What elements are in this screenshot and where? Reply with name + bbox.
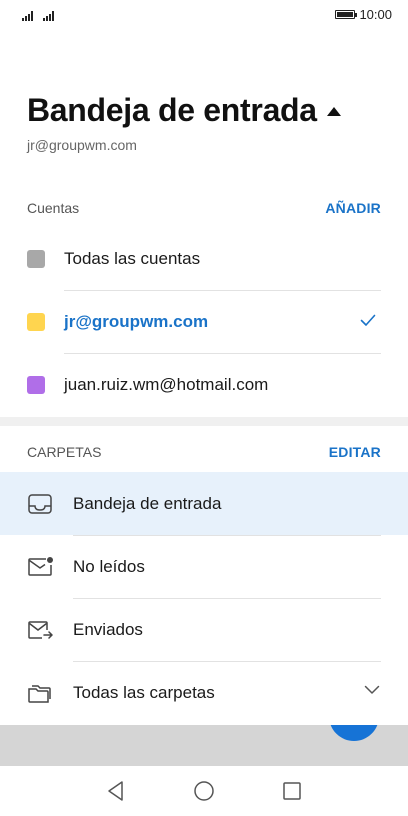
- caret-up-icon[interactable]: [326, 107, 341, 116]
- recents-square-icon: [283, 782, 301, 800]
- dimmed-background: [0, 725, 408, 766]
- account-item-groupwm[interactable]: jr@groupwm.com: [0, 290, 408, 353]
- section-separator: [0, 417, 408, 426]
- folder-item-inbox[interactable]: Bandeja de entrada: [0, 472, 408, 535]
- folder-item-all-folders[interactable]: Todas las carpetas: [0, 661, 408, 724]
- home-circle-icon: [194, 781, 214, 801]
- nav-home-button[interactable]: [193, 780, 215, 802]
- signal-strength-icon: [22, 11, 33, 21]
- nav-recents-button[interactable]: [281, 780, 303, 802]
- battery-icon: [335, 9, 358, 19]
- signal-strength-icon: [43, 11, 54, 21]
- account-label: Todas las cuentas: [64, 248, 201, 268]
- folder-icon: [27, 682, 53, 704]
- checkmark-icon: [360, 314, 376, 326]
- folder-label: Enviados: [73, 619, 143, 639]
- signal-indicators: [22, 7, 54, 21]
- accounts-section-header: Cuentas AÑADIR: [27, 196, 381, 220]
- status-bar: 10:00: [0, 0, 408, 28]
- accounts-section-label: Cuentas: [27, 200, 80, 216]
- page-title[interactable]: Bandeja de entrada: [27, 92, 317, 129]
- folder-label: Todas las carpetas: [73, 682, 215, 702]
- folder-label: Bandeja de entrada: [73, 493, 222, 513]
- sent-mail-icon: [27, 619, 53, 641]
- account-color-swatch: [27, 375, 45, 394]
- account-color-swatch: [27, 312, 45, 331]
- add-account-button[interactable]: AÑADIR: [325, 200, 381, 216]
- compose-button[interactable]: [329, 725, 379, 741]
- mailbox-header: Bandeja de entrada jr@groupwm.com: [27, 92, 387, 153]
- folder-item-sent[interactable]: Enviados: [0, 598, 408, 661]
- account-label: jr@groupwm.com: [64, 311, 209, 331]
- chevron-down-icon[interactable]: [364, 685, 380, 695]
- unread-mail-icon: [27, 556, 53, 578]
- folders-section-label: CARPETAS: [27, 444, 102, 460]
- account-item-hotmail[interactable]: juan.ruiz.wm@hotmail.com: [0, 353, 408, 416]
- folder-label: No leídos: [73, 556, 145, 576]
- folder-item-unread[interactable]: No leídos: [0, 535, 408, 598]
- inbox-icon: [27, 493, 53, 515]
- nav-back-button[interactable]: [105, 780, 127, 802]
- current-account-email: jr@groupwm.com: [27, 137, 137, 153]
- account-item-all[interactable]: Todas las cuentas: [0, 227, 408, 290]
- edit-folders-button[interactable]: EDITAR: [329, 444, 381, 460]
- account-label: juan.ruiz.wm@hotmail.com: [64, 374, 269, 394]
- mailbox-switcher[interactable]: Bandeja de entrada: [27, 92, 387, 129]
- account-color-swatch: [27, 249, 45, 268]
- back-triangle-icon: [108, 781, 123, 801]
- status-time: 10:00: [359, 6, 392, 22]
- system-navigation-bar: [0, 766, 408, 816]
- folders-section-header: CARPETAS EDITAR: [27, 440, 381, 464]
